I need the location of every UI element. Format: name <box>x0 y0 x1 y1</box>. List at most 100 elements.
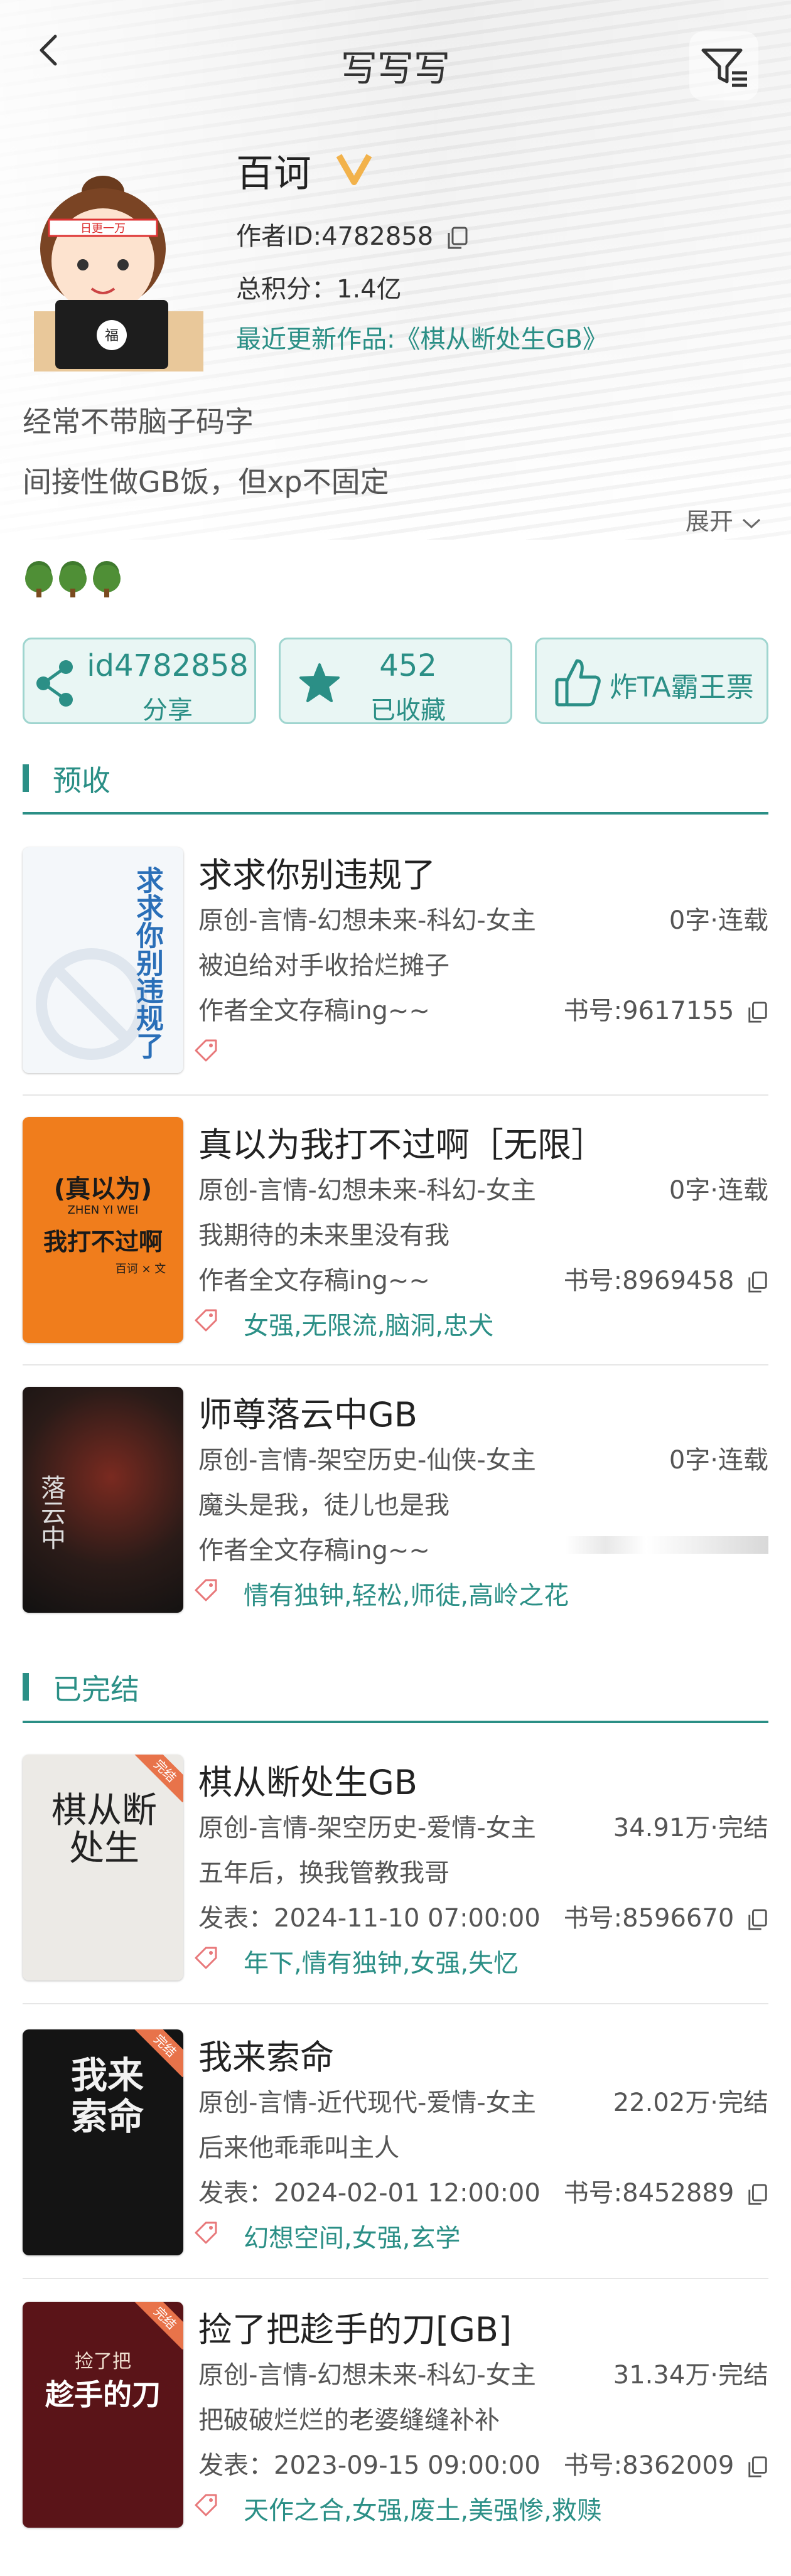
cover-author: 百诃 × 文 <box>115 1263 166 1276</box>
book-status: 34.91万·完结 <box>613 1814 768 1842</box>
share-label: 分享 <box>143 696 193 725</box>
book-publish-date: 发表：2023-09-15 09:00:00 <box>198 2451 541 2480</box>
book-note: 作者全文存稿ing~~ <box>198 997 430 1025</box>
book-genre: 原创-言情-幻想未来-科幻-女主 <box>198 2361 536 2390</box>
share-button[interactable]: id4782858 分享 <box>23 638 256 725</box>
chevron-down-icon <box>743 518 761 529</box>
cover-title-a: 捡了把 <box>75 2351 131 2373</box>
author-name: 百诃 <box>236 152 311 196</box>
cover-title-b: 我打不过啊 <box>43 1228 163 1256</box>
cover-pinyin: ZHEN YI WEI <box>67 1204 139 1217</box>
book-cover[interactable]: 棋从断处生 完结 <box>23 1755 183 1980</box>
tag-icon <box>195 1947 217 1969</box>
copy-icon[interactable] <box>747 2455 768 2479</box>
filter-icon <box>701 48 747 87</box>
copy-icon[interactable] <box>747 2183 768 2206</box>
book-title[interactable]: 捡了把趁手的刀[GB] <box>198 2302 512 2351</box>
vote-label: 炸TA霸王票 <box>610 671 754 703</box>
book-desc: 魔头是我，徒儿也是我 <box>198 1491 449 1520</box>
book-title[interactable]: 真以为我打不过啊［无限］ <box>198 1117 605 1167</box>
book-genre: 原创-言情-幻想未来-科幻-女主 <box>198 1176 536 1205</box>
book-item[interactable]: 求求你别违规了 求求你别违规了 原创-言情-幻想未来-科幻-女主 0字·连载 被… <box>0 847 791 1117</box>
svg-text:日更一万: 日更一万 <box>80 222 126 235</box>
book-number: 书号:8969458 <box>564 1260 768 1296</box>
author-avatar[interactable]: 日更一万 福 <box>21 154 203 374</box>
row-divider <box>23 1364 768 1365</box>
copy-icon[interactable] <box>747 1908 768 1932</box>
book-title[interactable]: 棋从断处生GB <box>198 1755 417 1804</box>
vip-icon <box>336 154 372 185</box>
collect-button[interactable]: 452 已收藏 <box>279 638 512 725</box>
section-marker <box>23 1673 29 1701</box>
filter-button[interactable] <box>689 31 758 100</box>
book-desc: 把破破烂烂的老婆缝缝补补 <box>198 2406 500 2435</box>
thumbs-up-icon <box>555 659 601 707</box>
cover-title: 落云中 <box>36 1475 65 1550</box>
book-cover[interactable]: 落云中 <box>23 1387 183 1613</box>
expand-button[interactable]: 展开 <box>686 502 762 537</box>
book-genre: 原创-言情-近代现代-爱情-女主 <box>198 2088 536 2117</box>
book-status: 0字·连载 <box>669 1176 768 1205</box>
book-number: 书号:8452889 <box>564 2172 768 2209</box>
completed-badge: 完结 <box>133 2302 183 2350</box>
book-title[interactable]: 师尊落云中GB <box>198 1387 417 1436</box>
book-cover[interactable]: (真以为) ZHEN YI WEI 我打不过啊 百诃 × 文 <box>23 1117 183 1343</box>
book-item[interactable]: 捡了把 趁手的刀 完结 捡了把趁手的刀[GB] 原创-言情-幻想未来-科幻-女主… <box>0 2302 791 2572</box>
book-number: 书号:8596670 <box>564 1898 768 1934</box>
book-tags: 天作之合,女强,废土,美强惨,救赎 <box>195 2490 602 2526</box>
book-title[interactable]: 求求你别违规了 <box>198 847 436 897</box>
vote-button[interactable]: 炸TA霸王票 <box>535 638 768 724</box>
book-tags: 年下,情有独钟,女强,失忆 <box>195 1943 519 1979</box>
section-divider <box>23 1721 768 1723</box>
cover-title: 棋从断处生 <box>51 1790 157 1869</box>
cover-title: 求求你别违规了 <box>131 866 163 1059</box>
author-id: 作者ID:4782858 <box>236 216 469 252</box>
book-publish-date: 发表：2024-02-01 12:00:00 <box>198 2179 541 2208</box>
row-divider <box>23 2278 768 2279</box>
book-number-loading <box>565 1536 768 1554</box>
book-item[interactable]: 我来索命 完结 我来索命 原创-言情-近代现代-爱情-女主 22.02万·完结 … <box>0 2029 791 2299</box>
book-tags: 幻想空间,女强,玄学 <box>195 2218 460 2254</box>
book-item[interactable]: 落云中 师尊落云中GB 原创-言情-架空历史-仙侠-女主 0字·连载 魔头是我，… <box>0 1387 791 1657</box>
book-number: 书号:8362009 <box>564 2445 768 2481</box>
book-title[interactable]: 我来索命 <box>198 2029 334 2079</box>
book-tags: 女强,无限流,脑洞,忠犬 <box>195 1305 493 1342</box>
share-icon <box>36 660 73 707</box>
book-tags: 情有独钟,轻松,师徒,高岭之花 <box>195 1575 569 1611</box>
book-desc: 被迫给对手收拾烂摊子 <box>198 951 449 980</box>
book-cover[interactable]: 我来索命 完结 <box>23 2029 183 2255</box>
book-genre: 原创-言情-幻想未来-科幻-女主 <box>198 906 536 935</box>
tree-icon <box>59 561 87 597</box>
latest-update-link[interactable]: 最近更新作品:《棋从断处生GB》 <box>236 319 608 355</box>
book-status: 0字·连载 <box>669 1446 768 1475</box>
book-tags <box>195 1035 244 1064</box>
book-item[interactable]: (真以为) ZHEN YI WEI 我打不过啊 百诃 × 文 真以为我打不过啊［… <box>0 1117 791 1387</box>
row-divider <box>23 2003 768 2004</box>
tag-icon <box>195 1039 217 1062</box>
bio-line-1: 经常不带脑子码字 <box>23 405 254 439</box>
book-genre: 原创-言情-架空历史-爱情-女主 <box>198 1814 536 1842</box>
section-marker <box>23 764 29 792</box>
share-id: id4782858 <box>87 648 249 683</box>
copy-icon[interactable] <box>446 225 469 250</box>
section-divider <box>23 812 768 815</box>
book-note: 作者全文存稿ing~~ <box>198 1536 430 1565</box>
copy-icon[interactable] <box>747 1000 768 1024</box>
book-desc: 五年后，换我管教我哥 <box>198 1859 449 1888</box>
svg-text:福: 福 <box>105 328 119 344</box>
tree-icon <box>93 561 121 597</box>
total-points: 总积分：1.4亿 <box>236 275 402 304</box>
page-title: 写写写 <box>340 47 450 90</box>
book-number: 书号:9617155 <box>564 990 768 1027</box>
book-cover[interactable]: 捡了把 趁手的刀 完结 <box>23 2302 183 2528</box>
book-desc: 我期待的未来里没有我 <box>198 1221 449 1250</box>
book-desc: 后来他乖乖叫主人 <box>198 2134 399 2162</box>
cover-title-a: (真以为) <box>53 1175 153 1204</box>
copy-icon[interactable] <box>747 1270 768 1294</box>
book-note: 作者全文存稿ing~~ <box>198 1266 430 1295</box>
tag-icon <box>195 1579 217 1601</box>
tree-badges <box>23 557 129 604</box>
book-item[interactable]: 棋从断处生 完结 棋从断处生GB 原创-言情-架空历史-爱情-女主 34.91万… <box>0 1755 791 2024</box>
cover-title-b: 趁手的刀 <box>45 2378 161 2412</box>
book-cover[interactable]: 求求你别违规了 <box>23 847 183 1073</box>
